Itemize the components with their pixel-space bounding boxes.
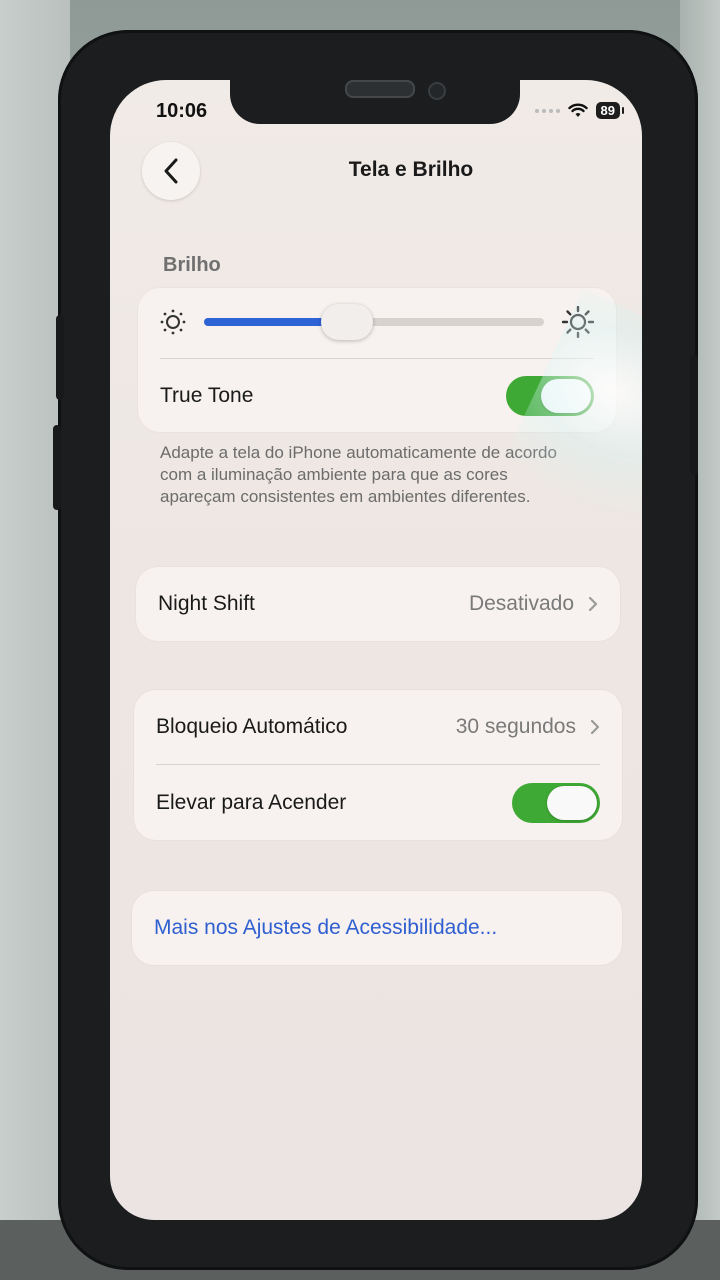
- brightness-group: True Tone: [138, 288, 616, 432]
- toggle-knob: [541, 379, 591, 413]
- auto-lock-value: 30 segundos: [455, 715, 576, 738]
- chevron-right-icon: [590, 719, 600, 735]
- slider-track[interactable]: [204, 304, 544, 340]
- divider: [160, 358, 594, 359]
- accessibility-settings-link[interactable]: Mais nos Ajustes de Acessibilidade...: [154, 916, 497, 940]
- power-button: [690, 355, 698, 475]
- battery-icon: 89: [595, 102, 625, 119]
- signal-dots-icon: [534, 108, 560, 113]
- earpiece-speaker: [345, 80, 415, 98]
- notch: [230, 80, 520, 124]
- true-tone-footnote: Adapte a tela do iPhone automaticamente …: [160, 443, 557, 506]
- slider-thumb[interactable]: [320, 304, 373, 340]
- status-icons: 89: [534, 102, 625, 119]
- status-time: 10:06: [156, 100, 208, 122]
- sun-small-icon: [160, 309, 186, 335]
- volume-up-button: [56, 315, 64, 400]
- volume-down-button: [53, 425, 61, 510]
- night-shift-label: Night Shift: [158, 592, 255, 615]
- row-night-shift[interactable]: Night Shift Desativado: [136, 567, 620, 641]
- row-accessibility-link[interactable]: Mais nos Ajustes de Acessibilidade...: [132, 891, 622, 965]
- raise-to-wake-label: Elevar para Acender: [156, 790, 347, 814]
- wifi-icon: [567, 103, 588, 117]
- night-shift-group: Night Shift Desativado: [136, 567, 620, 641]
- row-true-tone: True Tone: [138, 360, 616, 432]
- lock-group: Bloqueio Automático 30 segundos Elevar p…: [134, 690, 622, 840]
- toggle-knob: [547, 785, 597, 820]
- section-label-brilho: Brilho: [163, 254, 221, 276]
- true-tone-label: True Tone: [160, 384, 254, 407]
- page-title: Tela e Brilho: [348, 158, 474, 181]
- row-raise-to-wake: Elevar para Acender: [134, 765, 622, 840]
- chevron-right-icon: [588, 596, 598, 612]
- accessibility-group: Mais nos Ajustes de Acessibilidade...: [132, 891, 622, 965]
- row-auto-lock[interactable]: Bloqueio Automático 30 segundos: [134, 690, 622, 764]
- true-tone-toggle[interactable]: [506, 376, 594, 416]
- raise-to-wake-toggle[interactable]: [512, 782, 600, 823]
- front-camera: [428, 82, 446, 100]
- sun-large-icon: [562, 306, 594, 338]
- brightness-slider[interactable]: [160, 302, 594, 342]
- night-shift-value: Desativado: [468, 592, 574, 615]
- phone-screen: 10:06 89 Tela e Brilho Brilho True Tone …: [110, 80, 642, 1220]
- auto-lock-label: Bloqueio Automático: [156, 715, 348, 738]
